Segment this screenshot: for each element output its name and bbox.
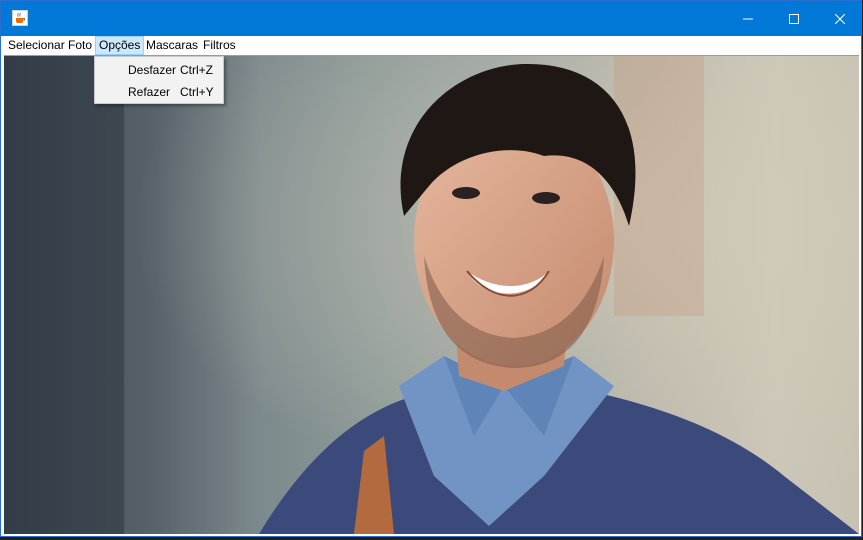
menu-item-label: Desfazer (128, 63, 177, 77)
portrait-image (4, 56, 859, 534)
maximize-icon (789, 13, 799, 24)
menu-item-shortcut: Ctrl+Z (180, 63, 213, 77)
app-window: Selecionar Foto Opções Mascaras Filtros (0, 0, 862, 537)
minimize-button[interactable] (725, 1, 771, 36)
close-icon (835, 13, 845, 24)
opcoes-dropdown-menu: Desfazer Ctrl+Z Refazer Ctrl+Y (94, 56, 224, 104)
menu-item-label: Refazer (128, 85, 171, 99)
minimize-icon (743, 18, 753, 19)
menu-filtros[interactable]: Filtros (200, 36, 239, 55)
menu-item-desfazer[interactable]: Desfazer Ctrl+Z (96, 59, 222, 81)
menu-selecionar-foto[interactable]: Selecionar Foto (5, 36, 95, 55)
menu-opcoes[interactable]: Opções (95, 36, 145, 55)
java-cup-icon[interactable] (12, 10, 28, 26)
menu-item-refazer[interactable]: Refazer Ctrl+Y (96, 81, 222, 103)
photo-canvas (4, 56, 859, 534)
menu-item-shortcut: Ctrl+Y (180, 85, 214, 99)
title-bar[interactable] (1, 1, 861, 36)
menu-mascaras[interactable]: Mascaras (143, 36, 201, 55)
menu-bar: Selecionar Foto Opções Mascaras Filtros (4, 36, 859, 56)
maximize-button[interactable] (771, 1, 817, 36)
close-button[interactable] (817, 1, 861, 36)
